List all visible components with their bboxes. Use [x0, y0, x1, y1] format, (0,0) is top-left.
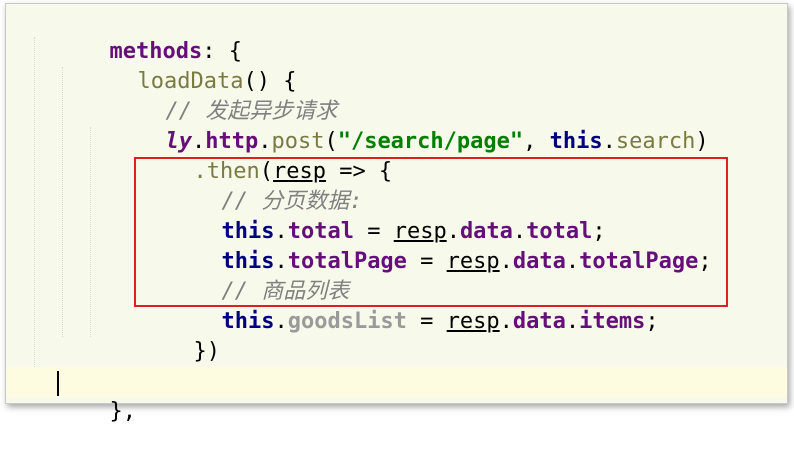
punctuation: ) — [695, 129, 709, 154]
code-editor[interactable]: methods: { loadData() { // 发起异步请求 ly.htt… — [6, 4, 787, 424]
code-line: loadData() { — [58, 37, 296, 94]
punctuation: . — [274, 309, 288, 334]
code-line: }) — [114, 307, 220, 364]
code-line: methods: { — [30, 7, 241, 64]
punctuation: . — [565, 309, 580, 334]
text-cursor — [57, 371, 59, 396]
code-line: // 发起异步请求 — [86, 67, 337, 124]
code-line: .then(resp => { — [114, 127, 392, 184]
punctuation: , — [523, 129, 550, 154]
code-line: ly.http.post("/search/page", this.search… — [86, 97, 708, 154]
this-keyword: this — [549, 129, 603, 154]
search-property: search — [615, 129, 696, 154]
this-keyword: this — [221, 309, 275, 334]
data-property: data — [512, 309, 566, 334]
punctuation: = — [406, 309, 447, 334]
resp-reference: resp — [446, 309, 500, 334]
code-line: } — [58, 337, 150, 394]
punctuation: ; — [645, 309, 659, 334]
items-property: items — [579, 309, 646, 334]
punctuation: . — [499, 309, 513, 334]
punctuation: . — [602, 129, 616, 154]
highlight-box — [134, 157, 728, 307]
goods-list-property: goodsList — [287, 309, 407, 334]
closing-brace: }, — [109, 399, 136, 424]
code-screenshot-frame: methods: { loadData() { // 发起异步请求 ly.htt… — [5, 3, 788, 424]
closing-brace: }) — [193, 339, 220, 364]
current-code-line: }, — [6, 367, 787, 424]
